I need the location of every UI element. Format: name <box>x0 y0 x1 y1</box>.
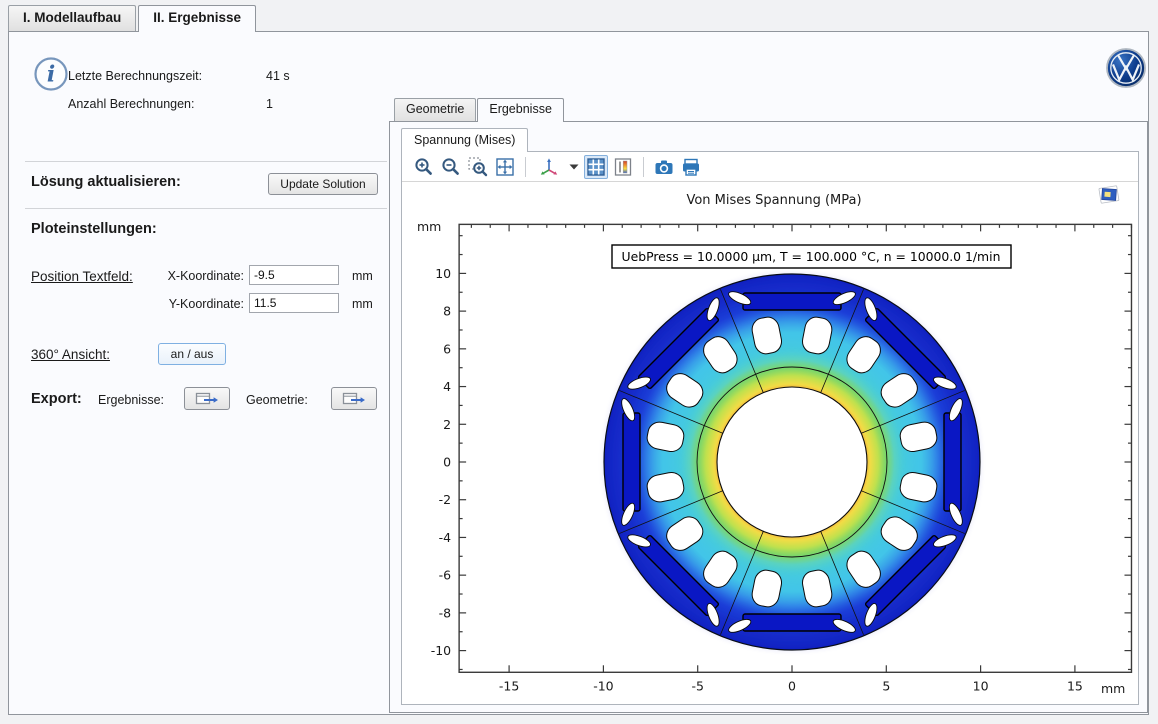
y-coordinate-input[interactable] <box>249 293 339 313</box>
plot-toolbar <box>402 152 1138 182</box>
svg-text:-4: -4 <box>439 530 452 545</box>
last-calc-time-value: 41 s <box>266 69 290 83</box>
export-geometrie-label: Geometrie: <box>246 393 308 407</box>
separator <box>25 208 387 209</box>
x-coordinate-input[interactable] <box>249 265 339 285</box>
separator <box>25 161 387 162</box>
zoom-extents-button[interactable] <box>493 155 517 179</box>
export-icon <box>342 391 366 407</box>
view-360-label: 360° Ansicht: <box>31 347 110 362</box>
zoom-out-icon <box>440 156 462 178</box>
zoom-extents-icon <box>494 156 516 178</box>
last-calc-time-label: Letzte Berechnungszeit: <box>68 69 202 83</box>
tab-ergebnisse[interactable]: II. Ergebnisse <box>138 5 256 32</box>
plot-annotation: UebPress = 10.0000 µm, T = 100.000 °C, n… <box>612 245 1011 268</box>
svg-text:0: 0 <box>788 678 796 693</box>
chevron-down-icon <box>569 164 579 170</box>
svg-text:2: 2 <box>443 417 451 432</box>
calc-count-value: 1 <box>266 97 273 111</box>
vw-logo <box>1105 47 1147 89</box>
print-button[interactable] <box>679 155 703 179</box>
svg-text:4: 4 <box>443 379 451 394</box>
rotor-stress-plot <box>604 274 980 650</box>
color-legend-icon <box>612 156 634 178</box>
svg-text:10: 10 <box>973 678 989 693</box>
tab-geometrie[interactable]: Geometrie <box>394 98 476 121</box>
zoom-in-button[interactable] <box>412 155 436 179</box>
plot-settings-heading: Ploteinstellungen: <box>31 221 157 237</box>
main-content: i Letzte Berechnungszeit: 41 s Anzahl Be… <box>8 31 1149 715</box>
view-orientation-button[interactable] <box>534 155 564 179</box>
export-heading: Export: <box>31 391 82 407</box>
y-coordinate-unit: mm <box>352 297 373 311</box>
y-axis-unit: mm <box>417 219 441 234</box>
plot-title: Von Mises Spannung (MPa) <box>686 193 861 208</box>
camera-icon <box>653 156 675 178</box>
zoom-in-icon <box>413 156 435 178</box>
y-coordinate-label: Y-Koordinate: <box>139 297 244 311</box>
results-panel: Spannung (Mises) <box>389 121 1148 713</box>
grid-icon <box>585 156 607 178</box>
plot-group-icon[interactable] <box>1099 186 1119 204</box>
color-legend-toggle-button[interactable] <box>611 155 635 179</box>
printer-icon <box>680 156 702 178</box>
update-solution-label: Lösung aktualisieren: <box>31 174 181 190</box>
grid-toggle-button[interactable] <box>584 155 608 179</box>
x-axis-unit: mm <box>1101 681 1125 696</box>
results-tabbar: Geometrie Ergebnisse <box>394 98 565 122</box>
svg-text:-2: -2 <box>439 492 451 507</box>
export-icon <box>195 391 219 407</box>
info-icon: i <box>33 56 69 92</box>
tab-ergebnisse-panel[interactable]: Ergebnisse <box>477 98 564 122</box>
plot-container: Von Mises Spannung (MPa) mm mm -15 -10 -5 0… <box>401 151 1139 705</box>
tab-modellaufbau[interactable]: I. Modellaufbau <box>8 5 136 31</box>
svg-text:10: 10 <box>435 266 451 281</box>
calc-count-label: Anzahl Berechnungen: <box>68 97 194 111</box>
x-coordinate-label: X-Koordinate: <box>139 269 244 283</box>
svg-text:-15: -15 <box>499 678 519 693</box>
svg-text:i: i <box>47 62 55 88</box>
svg-text:6: 6 <box>443 341 451 356</box>
svg-text:8: 8 <box>443 304 451 319</box>
update-solution-button[interactable]: Update Solution <box>268 173 378 195</box>
svg-text:-10: -10 <box>593 678 613 693</box>
plot-canvas[interactable]: Von Mises Spannung (MPa) mm mm -15 -10 -5 0… <box>402 182 1140 704</box>
main-tabbar: I. Modellaufbau II. Ergebnisse <box>8 5 258 32</box>
x-coordinate-unit: mm <box>352 269 373 283</box>
zoom-to-selection-button[interactable] <box>466 155 490 179</box>
orientation-dropdown-button[interactable] <box>567 155 581 179</box>
export-ergebnisse-label: Ergebnisse: <box>98 393 164 407</box>
export-ergebnisse-button[interactable] <box>184 387 230 410</box>
position-textfeld-label: Position Textfeld: <box>31 269 133 284</box>
zoom-to-selection-icon <box>467 156 489 178</box>
export-geometrie-button[interactable] <box>331 387 377 410</box>
view-orientation-icon <box>538 156 560 178</box>
svg-text:-10: -10 <box>431 643 451 658</box>
svg-text:-8: -8 <box>439 605 452 620</box>
view-360-toggle-button[interactable]: an / aus <box>158 343 226 365</box>
toolbar-separator <box>643 157 644 177</box>
tab-spannung-mises[interactable]: Spannung (Mises) <box>401 128 528 152</box>
svg-text:0: 0 <box>443 455 451 470</box>
svg-text:5: 5 <box>882 678 890 693</box>
snapshot-button[interactable] <box>652 155 676 179</box>
svg-text:-6: -6 <box>439 568 452 583</box>
plot-annotation-text: UebPress = 10.0000 µm, T = 100.000 °C, n… <box>622 249 1001 264</box>
toolbar-separator <box>525 157 526 177</box>
svg-text:-5: -5 <box>691 678 703 693</box>
svg-text:15: 15 <box>1067 678 1083 693</box>
zoom-out-button[interactable] <box>439 155 463 179</box>
